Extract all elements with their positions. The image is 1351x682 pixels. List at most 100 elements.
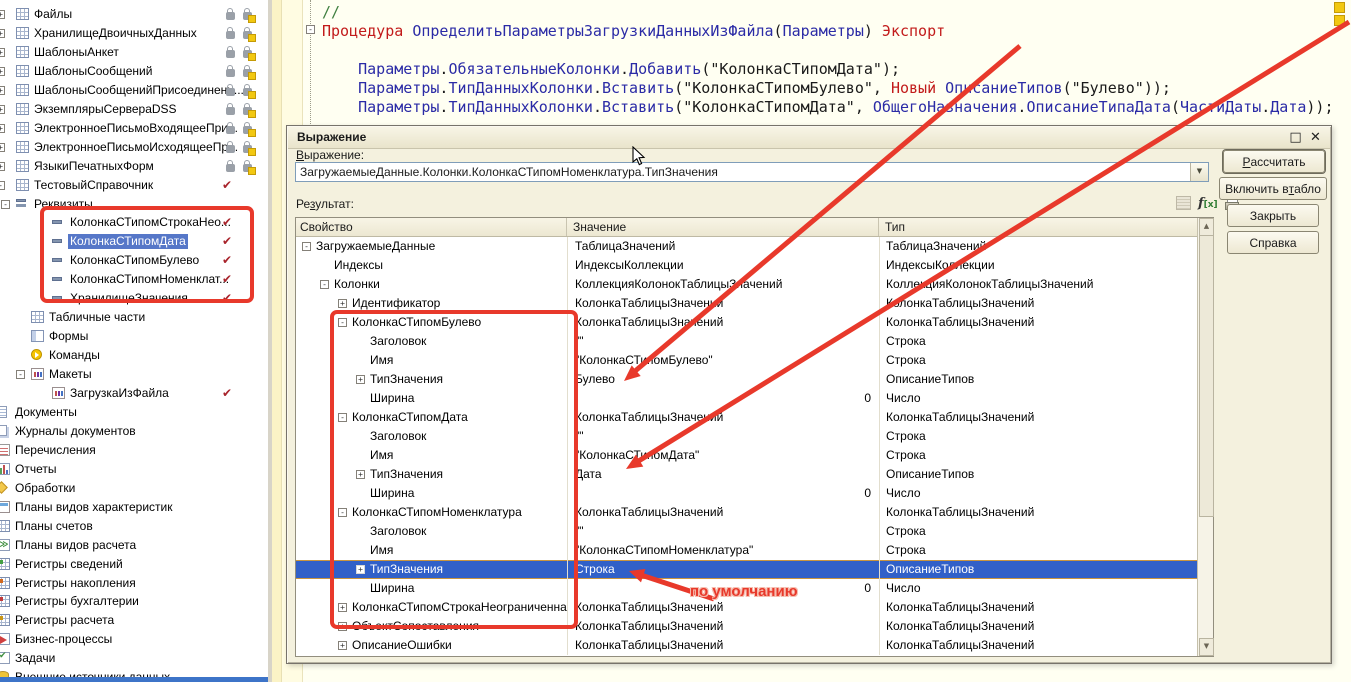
tree-item-label[interactable]: Перечисления: [13, 443, 98, 458]
tree-item-label[interactable]: КолонкаСТипомСтрокаНео...: [68, 215, 233, 230]
table-row[interactable]: ИндексыИндексыКоллекцииИндексыКоллекции: [296, 256, 1197, 275]
table-row[interactable]: Ширина0Число: [296, 389, 1197, 408]
expander-icon[interactable]: +: [0, 29, 5, 38]
tree-item[interactable]: КолонкаСТипомНоменклат...✔: [0, 270, 268, 289]
table-row[interactable]: -КолонкаСТипомБулевоКолонкаТаблицыЗначен…: [296, 313, 1197, 332]
calculate-button[interactable]: Рассчитать: [1223, 150, 1325, 173]
tree-item-label[interactable]: ШаблоныАнкет: [32, 45, 121, 60]
tree-item-label[interactable]: ЭлектронноеПисьмоИсходящееПр...: [32, 140, 240, 155]
tree-item[interactable]: -ТестовыйСправочник✔: [0, 176, 268, 195]
tree-item-label[interactable]: КолонкаСТипомДата: [68, 234, 188, 249]
table-row[interactable]: Имя"КолонкаСТипомДата"Строка: [296, 446, 1197, 465]
panel-splitter[interactable]: [268, 0, 272, 682]
tree-item-label[interactable]: ЯзыкиПечатныхФорм: [32, 159, 156, 174]
tree-item[interactable]: КолонкаСТипомСтрокаНео...✔: [0, 213, 268, 232]
tree-item[interactable]: +ЭлектронноеПисьмоВходящееПри...: [0, 119, 268, 138]
table-row[interactable]: +ТипЗначенияДатаОписаниеТипов: [296, 465, 1197, 484]
tree-item-label[interactable]: Журналы документов: [13, 424, 138, 439]
tree-item[interactable]: Журналы документов: [0, 422, 268, 441]
expander-icon[interactable]: +: [0, 86, 5, 95]
expression-input[interactable]: ЗагружаемыеДанные.Колонки.КолонкаСТипомН…: [295, 162, 1209, 182]
expander-icon[interactable]: -: [338, 413, 347, 422]
tree-item[interactable]: + ЯзыкиПечатныхФорм: [0, 157, 268, 176]
table-row[interactable]: +ТипЗначенияБулевоОписаниеТипов: [296, 370, 1197, 389]
code-line[interactable]: //: [322, 3, 340, 22]
tree-item-label[interactable]: Планы счетов: [13, 519, 95, 534]
tree-item-label[interactable]: ШаблоныСообщенийПрисоединенн...: [32, 83, 246, 98]
table-row[interactable]: -ЗагружаемыеДанныеТаблицаЗначенийТаблица…: [296, 237, 1197, 256]
tree-item[interactable]: Задачи: [0, 649, 268, 668]
tree-item-label[interactable]: КолонкаСТипомБулево: [68, 253, 201, 268]
tree-item-label[interactable]: Обработки: [13, 481, 77, 496]
fold-collapse-icon[interactable]: -: [306, 25, 315, 34]
table-row[interactable]: -КолонкаСТипомДатаКолонкаТаблицыЗначений…: [296, 408, 1197, 427]
tree-item[interactable]: -Макеты: [0, 365, 268, 384]
tree-item-label[interactable]: Отчеты: [13, 462, 58, 477]
expander-icon[interactable]: +: [338, 603, 347, 612]
tree-item-label[interactable]: Команды: [47, 348, 102, 363]
close-button[interactable]: Закрыть: [1227, 204, 1319, 227]
table-row[interactable]: +ОписаниеОшибкиКолонкаТаблицыЗначенийКол…: [296, 636, 1197, 655]
scrollbar-thumb[interactable]: [1199, 235, 1214, 517]
tree-item-label[interactable]: ШаблоныСообщений: [32, 64, 154, 79]
function-icon[interactable]: f[x]: [1198, 196, 1218, 211]
expander-icon[interactable]: +: [338, 622, 347, 631]
table-row[interactable]: Заголовок""Строка: [296, 522, 1197, 541]
column-header-property[interactable]: Свойство: [296, 218, 567, 236]
tree-item-label[interactable]: ЗагрузкаИзФайла: [68, 386, 171, 401]
vertical-scrollbar[interactable]: ▲ ▼: [1197, 218, 1213, 656]
expander-icon[interactable]: +: [356, 470, 365, 479]
tree-item[interactable]: Документы: [0, 403, 268, 422]
tree-item[interactable]: + ШаблоныСообщений: [0, 62, 268, 81]
expander-icon[interactable]: -: [302, 242, 311, 251]
expander-icon[interactable]: +: [0, 162, 5, 171]
code-line[interactable]: Параметры.ТипДанныхКолонки.Вставить("Кол…: [322, 79, 1171, 98]
tree-item-label[interactable]: Табличные части: [47, 310, 147, 325]
tree-item[interactable]: Перечисления: [0, 441, 268, 460]
table-row[interactable]: +КолонкаСТипомСтрокаНеограниченнаяКолонк…: [296, 598, 1197, 617]
tree-item-label[interactable]: Планы видов характеристик: [13, 500, 174, 515]
expander-icon[interactable]: +: [0, 67, 5, 76]
tree-item[interactable]: Планы видов характеристик: [0, 498, 268, 517]
tree-item[interactable]: Планы счетов: [0, 517, 268, 536]
table-row[interactable]: Заголовок""Строка: [296, 332, 1197, 351]
expander-icon[interactable]: -: [1, 200, 10, 209]
tree-item[interactable]: ЗагрузкаИзФайла✔: [0, 384, 268, 403]
table-row[interactable]: +ТипЗначенияСтрокаОписаниеТипов: [296, 560, 1197, 579]
tree-item[interactable]: Регистры накопления: [0, 574, 268, 593]
tree-item[interactable]: Команды: [0, 346, 268, 365]
column-header-type[interactable]: Тип: [879, 218, 1197, 236]
table-row[interactable]: Имя"КолонкаСТипомНоменклатура"Строка: [296, 541, 1197, 560]
tree-item[interactable]: Табличные части: [0, 308, 268, 327]
tree-item[interactable]: +ЭлектронноеПисьмоИсходящееПр...: [0, 138, 268, 157]
expander-icon[interactable]: +: [0, 124, 5, 133]
tree-item[interactable]: Бизнес-процессы: [0, 630, 268, 649]
tree-item-label[interactable]: Макеты: [47, 367, 94, 382]
tree-item-label[interactable]: Бизнес-процессы: [13, 632, 114, 647]
tree-item-label[interactable]: Файлы: [32, 7, 74, 22]
help-button[interactable]: Справка: [1227, 231, 1319, 254]
tree-item-label[interactable]: Регистры бухгалтерии: [13, 594, 141, 609]
tree-item-label[interactable]: ЭкземплярыСервераDSS: [32, 102, 179, 117]
scroll-up-icon[interactable]: ▲: [1199, 218, 1214, 236]
tree-item-label[interactable]: Регистры сведений: [13, 557, 125, 572]
code-line[interactable]: Параметры.ТипДанныхКолонки.Вставить("Кол…: [322, 98, 1334, 117]
tree-item[interactable]: +ЭкземплярыСервераDSS: [0, 100, 268, 119]
tree-horizontal-scrollbar[interactable]: [0, 677, 268, 682]
tree-item[interactable]: + ШаблоныСообщенийПрисоединенн...: [0, 81, 268, 100]
expander-icon[interactable]: +: [0, 10, 5, 19]
hand-document-icon[interactable]: [1176, 196, 1191, 210]
tree-item-label[interactable]: Задачи: [13, 651, 57, 666]
table-row[interactable]: -КолонкиКоллекцияКолонокТаблицыЗначенийК…: [296, 275, 1197, 294]
tree-item[interactable]: Регистры сведений: [0, 555, 268, 574]
code-line[interactable]: Параметры.ОбязательныеКолонки.Добавить("…: [322, 60, 900, 79]
tree-item[interactable]: +ХранилищеДвоичныхДанных: [0, 24, 268, 43]
tree-item[interactable]: Регистры бухгалтерии: [0, 592, 268, 611]
tree-item-label[interactable]: Реквизиты: [32, 197, 95, 212]
expander-icon[interactable]: -: [320, 280, 329, 289]
tree-item-label[interactable]: КолонкаСТипомНоменклат...: [68, 272, 231, 287]
tree-item[interactable]: Обработки: [0, 479, 268, 498]
expander-icon[interactable]: +: [338, 641, 347, 650]
code-line[interactable]: Процедура ОпределитьПараметрыЗагрузкиДан…: [322, 22, 945, 41]
dialog-titlebar[interactable]: Выражение □ ✕: [288, 127, 1330, 149]
